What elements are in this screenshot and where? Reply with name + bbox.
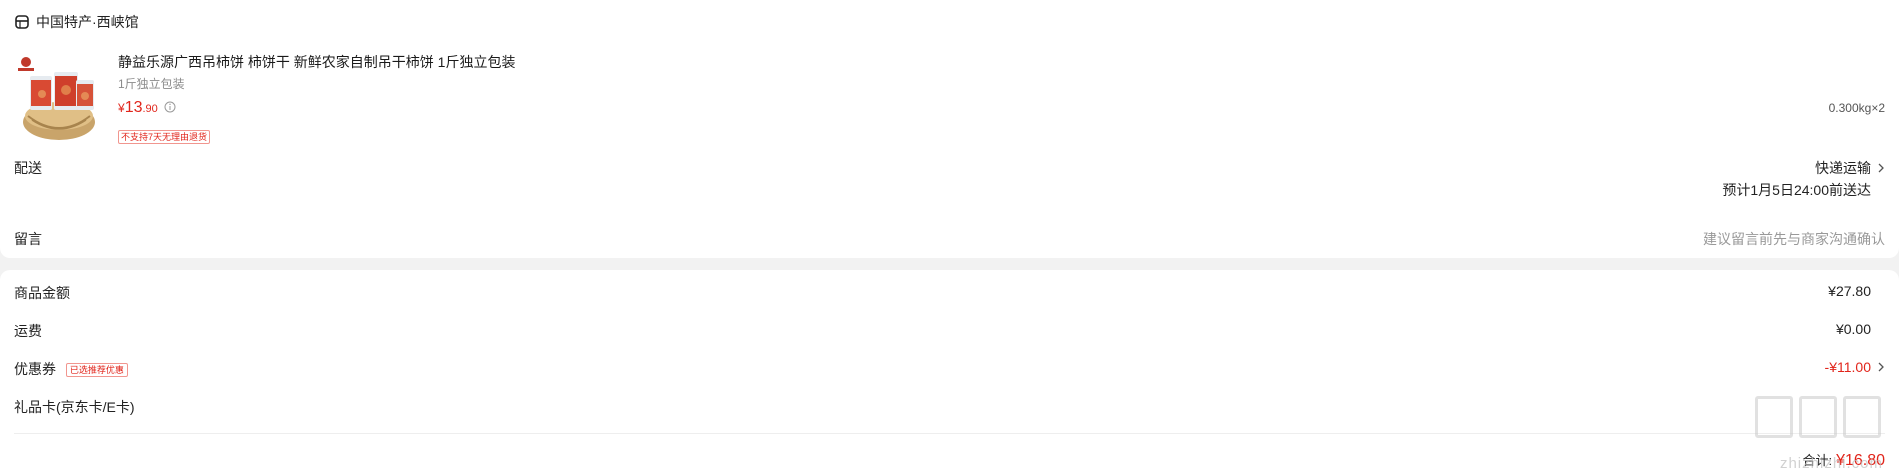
price-decimal: .90	[142, 103, 158, 115]
coupon-tag: 已选推荐优惠	[65, 363, 128, 377]
coupon-value: -¥11.00	[1824, 359, 1871, 375]
watermark-text: zhizhizhi.com	[1779, 455, 1883, 472]
coupon-label: 优惠券	[14, 361, 56, 377]
product-weight: 0.300kg×2	[1828, 101, 1885, 115]
price-integer: 13	[124, 99, 143, 116]
delivery-label: 配送	[14, 160, 42, 176]
delivery-eta: 预计1月5日24:00前送达	[1722, 182, 1871, 198]
goods-amount-label: 商品金额	[14, 285, 70, 301]
product-title[interactable]: 静益乐源广西吊柿饼 柿饼干 新鲜农家自制吊干柿饼 1斤独立包装	[118, 52, 515, 72]
product-price: ¥ 13 .90	[118, 99, 176, 117]
coupon-value-row[interactable]: -¥11.00	[1825, 359, 1885, 375]
divider	[14, 433, 1885, 434]
delivery-method-text: 快递运输	[1815, 160, 1871, 176]
chevron-right-icon	[1878, 163, 1884, 173]
message-label: 留言	[14, 231, 42, 247]
watermark-logo	[1755, 396, 1881, 438]
delivery-method[interactable]: 快递运输	[1815, 158, 1885, 178]
price-currency: ¥	[118, 101, 125, 115]
shipping-value: ¥0.00	[1835, 321, 1871, 337]
watermark: zhizhizhi.com	[1739, 396, 1889, 474]
giftcard-label[interactable]: 礼品卡(京东卡/E卡)	[14, 397, 135, 417]
shop-header[interactable]: 中国特产·西峡馆	[14, 11, 139, 33]
shipping-label: 运费	[14, 323, 42, 339]
return-policy-tag: 不支持7天无理由退货	[118, 130, 211, 144]
info-icon[interactable]	[164, 101, 176, 113]
store-icon	[15, 15, 29, 29]
product-spec: 1斤独立包装	[118, 77, 185, 91]
message-input[interactable]: 建议留言前先与商家沟通确认	[1703, 229, 1885, 249]
order-item-card: 中国特产·西峡馆 静益乐源广西吊柿饼 柿饼干 新鲜农家自制吊干柿饼 1斤独立包装…	[0, 0, 1899, 258]
chevron-right-icon	[1878, 362, 1884, 372]
product-image[interactable]	[14, 54, 104, 144]
shop-name: 中国特产·西峡馆	[36, 14, 139, 30]
order-summary-card	[0, 270, 1899, 474]
coupon-row[interactable]: 优惠券 已选推荐优惠	[14, 359, 128, 379]
goods-amount-value: ¥27.80	[1828, 283, 1871, 299]
